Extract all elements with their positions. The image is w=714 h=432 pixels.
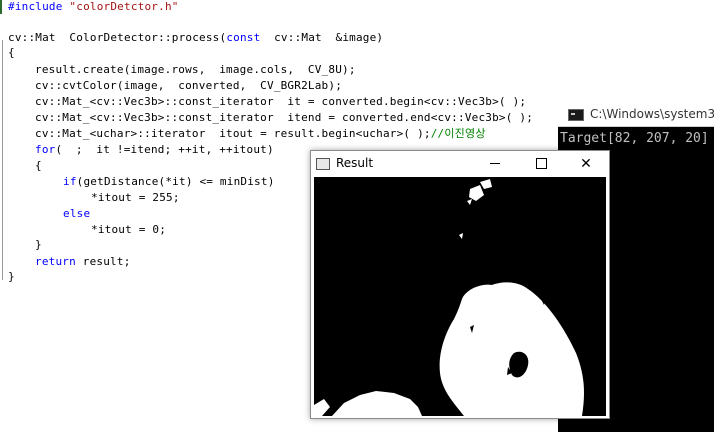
line-indicator [0, 0, 2, 14]
close-icon: ✕ [580, 156, 592, 172]
code-line-5: result.create(image.rows, image.cols, CV… [35, 63, 356, 76]
else-keyword: else [63, 207, 91, 220]
code-line-13: *itout = 255; [91, 191, 180, 204]
maximize-button[interactable] [518, 151, 564, 177]
console-titlebar[interactable]: C:\Windows\system32 [558, 102, 714, 127]
maximize-icon [536, 158, 547, 169]
code-line-16: } [35, 238, 42, 251]
code-line-10: for( ; it !=itend; ++it, ++itout) [35, 143, 274, 156]
code-line-7: cv::Mat_<cv::Vec3b>::const_iterator it =… [35, 95, 527, 108]
code-fold-guide [2, 40, 3, 280]
code-line-8: cv::Mat_<cv::Vec3b>::const_iterator iten… [35, 111, 534, 124]
code-line-9: cv::Mat_<uchar>::iterator itout = result… [35, 127, 486, 140]
if-keyword: if [63, 175, 77, 188]
const-keyword: const [226, 31, 261, 44]
code-line-17: return result; [35, 255, 131, 268]
code-line-4: { [8, 46, 15, 59]
code-line-6: cv::cvtColor(image, converted, CV_BGR2La… [35, 79, 343, 92]
result-titlebar[interactable]: Result ✕ [311, 151, 609, 177]
code-line-12: if(getDistance(*it) <= minDist) [63, 175, 275, 188]
result-window[interactable]: Result ✕ [310, 150, 610, 419]
code-line-11: { [35, 159, 42, 172]
code-line-1: #include "colorDetctor.h" [8, 0, 179, 13]
command-prompt-icon [568, 109, 584, 121]
binary-image [314, 177, 606, 416]
for-keyword: for [35, 143, 56, 156]
include-file: "colorDetctor.h" [69, 0, 179, 13]
korean-comment: //이진영상 [430, 127, 486, 140]
binary-image-canvas [314, 177, 606, 416]
result-title: Result [336, 156, 374, 170]
code-line-3: cv::Mat ColorDetector::process(const cv:… [8, 31, 384, 44]
include-keyword: #include [8, 0, 63, 13]
console-output: Target[82, 207, 20] [560, 131, 709, 146]
minimize-button[interactable] [472, 151, 518, 177]
code-line-14: else [63, 207, 90, 220]
console-title: C:\Windows\system32 [590, 107, 714, 121]
window-icon [316, 158, 330, 170]
minimize-icon [490, 163, 500, 164]
return-keyword: return [35, 255, 76, 268]
code-line-15: *itout = 0; [91, 223, 167, 236]
close-button[interactable]: ✕ [563, 151, 609, 177]
code-line-18: } [8, 270, 15, 283]
